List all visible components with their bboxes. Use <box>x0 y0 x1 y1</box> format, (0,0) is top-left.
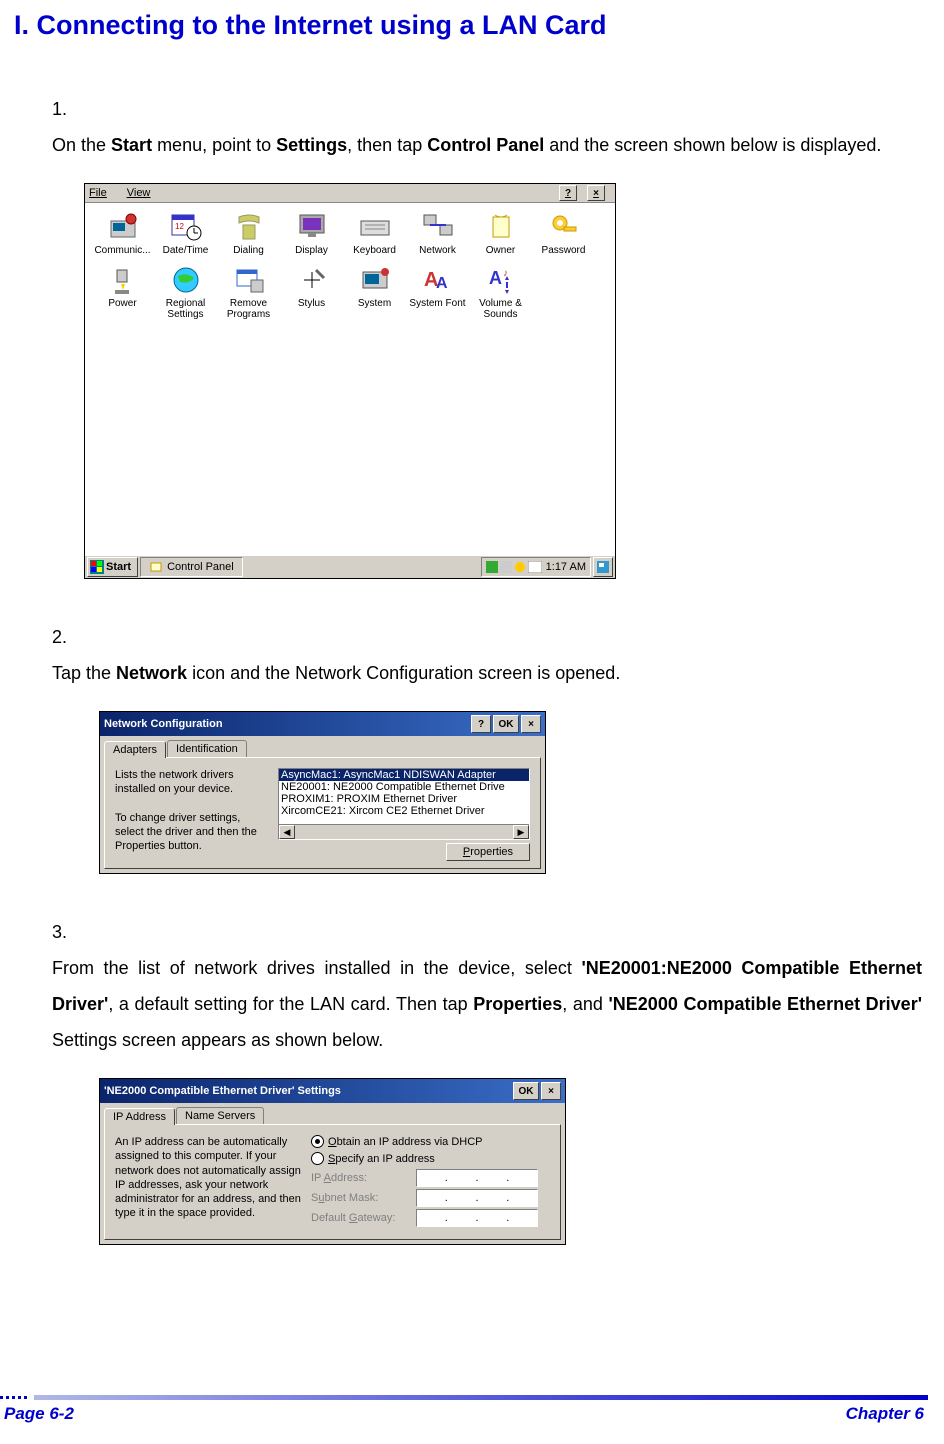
icon-volume[interactable]: A♪Volume & Sounds <box>469 262 532 320</box>
scroll-left-icon[interactable]: ◀ <box>279 825 295 839</box>
gateway-label: Default Gateway: <box>311 1212 416 1224</box>
subnet-label: Subnet Mask: <box>311 1192 416 1204</box>
network-config-dialog: Network Configuration ? OK × Adapters Id… <box>99 711 546 874</box>
icon-password[interactable]: Password <box>532 209 595 256</box>
icon-datetime[interactable]: 12Date/Time <box>154 209 217 256</box>
tab-name-servers[interactable]: Name Servers <box>176 1107 264 1124</box>
step-2-num: 2. <box>52 619 82 655</box>
list-item[interactable]: AsyncMac1: AsyncMac1 NDISWAN Adapter <box>279 769 529 781</box>
dialog-titlebar: Network Configuration ? OK × <box>100 712 545 736</box>
radio-dhcp[interactable]: Obtain an IP address via DHCP <box>311 1135 550 1148</box>
ip-address-label: IP Address: <box>311 1172 416 1184</box>
help-button[interactable]: ? <box>471 715 491 733</box>
icon-remove-programs[interactable]: Remove Programs <box>217 262 280 320</box>
subnet-field[interactable]: ... <box>416 1189 538 1207</box>
tab-adapters[interactable]: Adapters <box>104 741 166 758</box>
control-panel-window: File View ? × Communic... 12Date/Time Di… <box>84 183 616 579</box>
svg-text:A: A <box>489 268 502 288</box>
taskbar: Start Control Panel 1:17 AM <box>85 555 615 578</box>
radio-icon <box>311 1152 324 1165</box>
taskbar-item[interactable]: Control Panel <box>140 557 243 577</box>
ip-description: An IP address can be automatically assig… <box>115 1135 311 1229</box>
adapters-description: Lists the network drivers installed on y… <box>115 768 278 858</box>
dialog-title: 'NE2000 Compatible Ethernet Driver' Sett… <box>104 1085 341 1097</box>
dialog-titlebar: 'NE2000 Compatible Ethernet Driver' Sett… <box>100 1079 565 1103</box>
step-3-text: From the list of network drives installe… <box>52 950 922 1058</box>
step-2: 2.Tap the Network icon and the Network C… <box>52 619 944 691</box>
page-footer: Page 6-2 Chapter 6 <box>0 1395 928 1430</box>
ok-button[interactable]: OK <box>513 1082 539 1100</box>
step-1-text: On the Start menu, point to Settings, th… <box>52 127 922 163</box>
icon-network[interactable]: Network <box>406 209 469 256</box>
step-3-num: 3. <box>52 914 82 950</box>
svg-text:A: A <box>436 275 448 292</box>
menu-view[interactable]: View <box>127 187 161 199</box>
icon-keyboard[interactable]: Keyboard <box>343 209 406 256</box>
radio-specify[interactable]: Specify an IP address <box>311 1152 550 1165</box>
ip-address-field[interactable]: ... <box>416 1169 538 1187</box>
close-button[interactable]: × <box>587 185 605 201</box>
step-1: 1.On the Start menu, point to Settings, … <box>52 91 944 163</box>
page-number: Page 6-2 <box>4 1404 74 1424</box>
scroll-right-icon[interactable]: ▶ <box>513 825 529 839</box>
tab-identification[interactable]: Identification <box>167 740 247 757</box>
radio-icon <box>311 1135 324 1148</box>
list-item[interactable]: XircomCE21: Xircom CE2 Ethernet Driver <box>279 805 529 817</box>
step-1-num: 1. <box>52 91 82 127</box>
list-item[interactable]: NE20001: NE2000 Compatible Ethernet Driv… <box>279 781 529 793</box>
menubar: File View ? × <box>85 184 615 203</box>
driver-settings-dialog: 'NE2000 Compatible Ethernet Driver' Sett… <box>99 1078 566 1245</box>
dialog-title: Network Configuration <box>104 718 223 730</box>
icon-stylus[interactable]: Stylus <box>280 262 343 320</box>
show-desktop-button[interactable] <box>593 557 613 577</box>
icon-system[interactable]: System <box>343 262 406 320</box>
icon-area: Communic... 12Date/Time Dialing Display … <box>85 203 615 555</box>
close-button[interactable]: × <box>541 1082 561 1100</box>
icon-owner[interactable]: Owner <box>469 209 532 256</box>
gateway-field[interactable]: ... <box>416 1209 538 1227</box>
driver-listbox[interactable]: AsyncMac1: AsyncMac1 NDISWAN Adapter NE2… <box>278 768 530 840</box>
step-3: 3.From the list of network drives instal… <box>52 914 944 1058</box>
icon-power[interactable]: Power <box>91 262 154 320</box>
menu-file[interactable]: File <box>89 187 117 199</box>
section-title: I. Connecting to the Internet using a LA… <box>14 10 944 41</box>
horizontal-scrollbar[interactable]: ◀ ▶ <box>279 824 529 839</box>
icon-dialing[interactable]: Dialing <box>217 209 280 256</box>
list-item[interactable]: PROXIM1: PROXIM Ethernet Driver <box>279 793 529 805</box>
help-button[interactable]: ? <box>559 185 577 201</box>
icon-display[interactable]: Display <box>280 209 343 256</box>
chapter-number: Chapter 6 <box>846 1404 924 1424</box>
close-button[interactable]: × <box>521 715 541 733</box>
icon-communications[interactable]: Communic... <box>91 209 154 256</box>
svg-text:12: 12 <box>175 222 184 231</box>
ok-button[interactable]: OK <box>493 715 519 733</box>
icon-regional[interactable]: Regional Settings <box>154 262 217 320</box>
icon-system-font[interactable]: AASystem Font <box>406 262 469 320</box>
properties-button[interactable]: Properties <box>446 843 530 861</box>
tab-ip-address[interactable]: IP Address <box>104 1108 175 1125</box>
clock: 1:17 AM <box>546 561 586 573</box>
start-button[interactable]: Start <box>87 557 138 577</box>
step-2-text: Tap the Network icon and the Network Con… <box>52 655 922 691</box>
system-tray[interactable]: 1:17 AM <box>481 557 591 577</box>
